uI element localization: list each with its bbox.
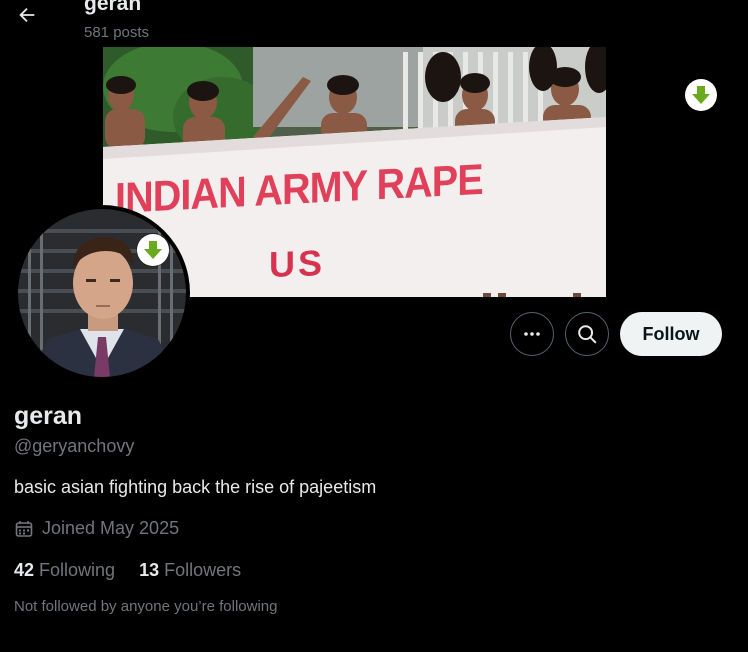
search-icon (578, 325, 597, 344)
bio: basic asian fighting back the rise of pa… (14, 477, 377, 497)
followers-link[interactable]: 13 Followers (139, 560, 241, 581)
follow-stats: 42 Following 13 Followers (14, 560, 241, 581)
download-icon[interactable] (137, 234, 169, 266)
joined-date: Joined May 2025 (14, 518, 179, 539)
followers-count: 13 (139, 560, 160, 580)
more-horizontal-icon (524, 332, 540, 336)
top-bar: geran 581 posts (0, 0, 748, 46)
following-count: 42 (14, 560, 35, 580)
not-followed-notice: Not followed by anyone you’re following (14, 598, 278, 615)
follow-button[interactable]: Follow (620, 312, 722, 356)
calendar-icon (14, 519, 34, 539)
arrow-left-icon (19, 7, 35, 23)
post-count: 581 posts (84, 24, 150, 41)
user-handle: @geryanchovy (14, 436, 135, 456)
arrow-down-icon (692, 86, 710, 104)
following-link[interactable]: 42 Following (14, 560, 115, 581)
search-profile-button[interactable] (565, 312, 609, 356)
joined-label: Joined May 2025 (42, 518, 180, 538)
avatar-photo (18, 209, 186, 377)
followers-label: Followers (164, 560, 242, 580)
header-title: geran (84, 0, 142, 15)
back-button[interactable] (8, 0, 46, 34)
display-name: geran (14, 402, 83, 430)
more-button[interactable] (510, 312, 554, 356)
following-label: Following (39, 560, 116, 580)
download-icon[interactable] (685, 79, 717, 111)
arrow-down-icon (144, 241, 162, 259)
avatar[interactable] (14, 205, 190, 381)
